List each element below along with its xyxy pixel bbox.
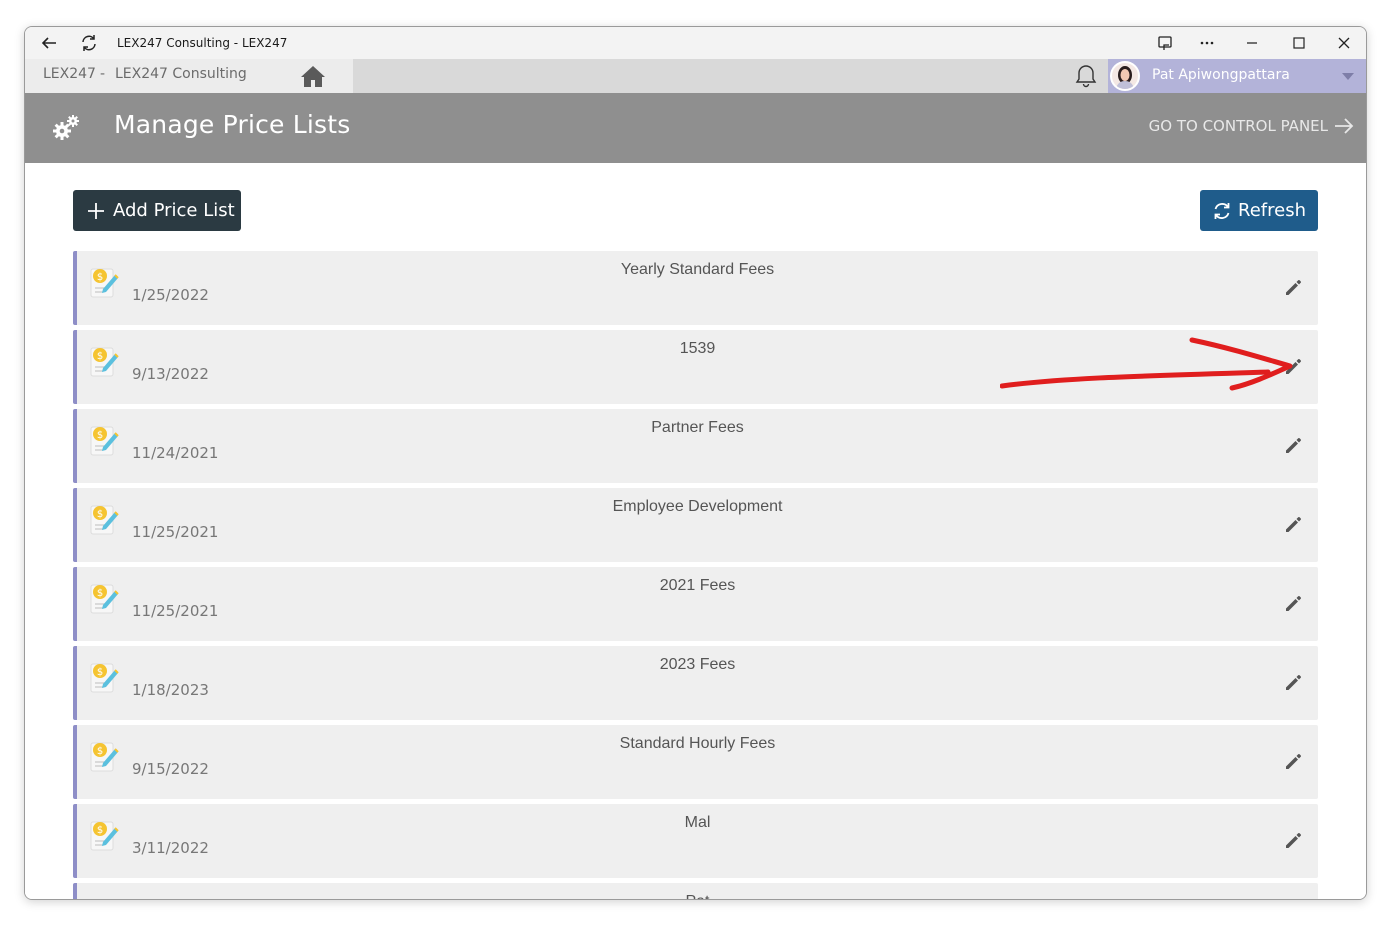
cast-icon[interactable] bbox=[1153, 31, 1177, 55]
bell-icon[interactable] bbox=[1073, 63, 1099, 89]
price-list-date: 9/13/2022 bbox=[132, 365, 209, 383]
main-content: Add Price List Refresh $ 1/25/2022 Yearl… bbox=[25, 163, 1366, 899]
price-list-row[interactable]: $ 1/25/2022 Yearly Standard Fees bbox=[73, 251, 1318, 325]
price-list-name: Mal bbox=[684, 814, 711, 831]
home-icon bbox=[300, 66, 325, 87]
price-list-row[interactable]: $ 11/25/2021 Employee Development bbox=[73, 488, 1318, 562]
arrow-right-icon bbox=[1335, 118, 1354, 134]
org-code: LEX247 bbox=[43, 66, 96, 82]
title-bar: LEX247 Consulting - LEX247 bbox=[25, 27, 1366, 59]
pencil-icon[interactable] bbox=[1282, 356, 1304, 378]
gears-icon bbox=[51, 113, 81, 143]
price-list-row[interactable]: $ 9/15/2022 Standard Hourly Fees bbox=[73, 725, 1318, 799]
price-list-date: 11/25/2021 bbox=[132, 523, 219, 541]
price-list-date: 3/11/2022 bbox=[132, 839, 209, 857]
pencil-icon[interactable] bbox=[1282, 514, 1304, 536]
close-icon[interactable] bbox=[1332, 31, 1356, 55]
pencil-icon[interactable] bbox=[1282, 751, 1304, 773]
minimize-icon[interactable] bbox=[1240, 31, 1264, 55]
user-menu[interactable]: Pat Apiwongpattara bbox=[1108, 59, 1366, 93]
plus-icon bbox=[88, 202, 104, 219]
price-list-date: 9/15/2022 bbox=[132, 760, 209, 778]
price-list-date: 1/18/2023 bbox=[132, 681, 209, 699]
page-title: Manage Price Lists bbox=[114, 110, 351, 139]
price-list-row[interactable]: $ 11/25/2021 2021 Fees bbox=[73, 567, 1318, 641]
price-list-date: 11/25/2021 bbox=[132, 602, 219, 620]
price-list-name: Employee Development bbox=[612, 498, 783, 515]
back-arrow-icon[interactable] bbox=[37, 31, 61, 55]
org-name: LEX247 Consulting bbox=[115, 66, 247, 82]
pencil-icon[interactable] bbox=[1282, 593, 1304, 615]
price-list-row[interactable]: $ Pat bbox=[73, 883, 1318, 899]
price-list-name: Pat bbox=[77, 893, 1318, 899]
chevron-down-icon bbox=[1342, 73, 1354, 80]
window-title: LEX247 Consulting - LEX247 bbox=[117, 36, 288, 50]
app-window: LEX247 Consulting - LEX247 LEX247 - LEX2… bbox=[24, 26, 1367, 900]
user-name: Pat Apiwongpattara bbox=[1152, 67, 1290, 83]
top-nav-bar: LEX247 - LEX247 Consulting Pat Apiwongpa… bbox=[25, 59, 1366, 93]
add-price-list-label: Add Price List bbox=[113, 200, 235, 221]
page-header: Manage Price Lists GO TO CONTROL PANEL bbox=[25, 93, 1366, 163]
more-options-icon[interactable] bbox=[1195, 31, 1219, 55]
price-list-row[interactable]: $ 9/13/2022 1539 bbox=[73, 330, 1318, 404]
price-list-name: Partner Fees bbox=[651, 419, 744, 436]
go-to-control-panel-link[interactable]: GO TO CONTROL PANEL bbox=[1149, 117, 1354, 135]
price-list-name: 2023 Fees bbox=[659, 656, 736, 673]
price-list-name: Standard Hourly Fees bbox=[619, 735, 776, 752]
price-list-list: $ 1/25/2022 Yearly Standard Fees $ 9/13/… bbox=[73, 251, 1318, 899]
price-list-date: 11/24/2021 bbox=[132, 444, 219, 462]
pencil-icon[interactable] bbox=[1282, 830, 1304, 852]
refresh-icon bbox=[1214, 202, 1230, 219]
price-list-name: 1539 bbox=[679, 340, 716, 357]
pencil-icon[interactable] bbox=[1282, 672, 1304, 694]
maximize-icon[interactable] bbox=[1287, 31, 1311, 55]
refresh-label: Refresh bbox=[1238, 200, 1306, 221]
price-list-date: 1/25/2022 bbox=[132, 286, 209, 304]
reload-icon[interactable] bbox=[77, 31, 101, 55]
pencil-icon[interactable] bbox=[1282, 435, 1304, 457]
price-list-name: Yearly Standard Fees bbox=[620, 261, 775, 278]
price-list-name: 2021 Fees bbox=[659, 577, 736, 594]
avatar bbox=[1110, 61, 1140, 91]
org-separator: - bbox=[100, 66, 106, 82]
price-list-row[interactable]: $ 1/18/2023 2023 Fees bbox=[73, 646, 1318, 720]
price-list-row[interactable]: $ 11/24/2021 Partner Fees bbox=[73, 409, 1318, 483]
price-list-row[interactable]: $ 3/11/2022 Mal bbox=[73, 804, 1318, 878]
pencil-icon[interactable] bbox=[1282, 277, 1304, 299]
refresh-button[interactable]: Refresh bbox=[1200, 190, 1318, 231]
control-panel-label: GO TO CONTROL PANEL bbox=[1148, 117, 1328, 135]
add-price-list-button[interactable]: Add Price List bbox=[73, 190, 241, 231]
org-tab[interactable]: LEX247 - LEX247 Consulting bbox=[25, 59, 272, 93]
home-button[interactable] bbox=[272, 59, 353, 93]
